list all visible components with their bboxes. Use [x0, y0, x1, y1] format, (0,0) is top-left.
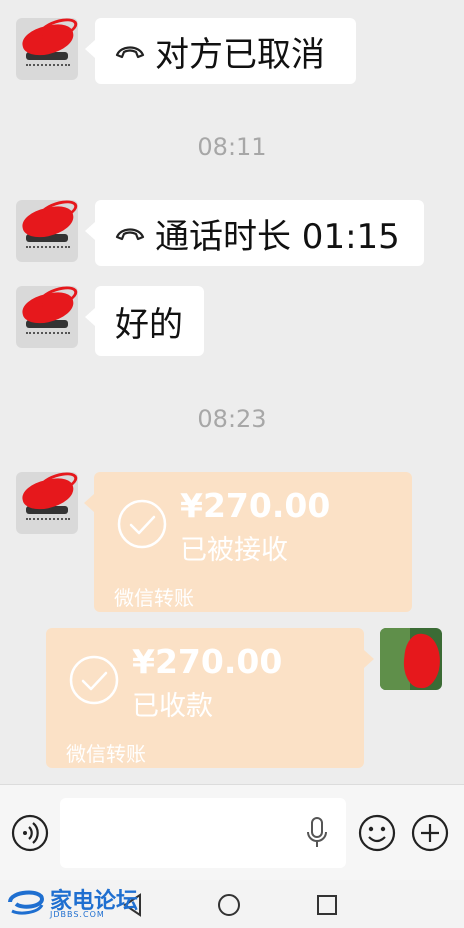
timestamp: 08:11 — [197, 133, 267, 161]
contact-avatar[interactable] — [16, 18, 78, 80]
home-icon[interactable] — [216, 892, 242, 918]
phone-hangup-icon — [115, 228, 145, 241]
phone-hangup-icon — [115, 46, 145, 59]
call-message-bubble[interactable]: 对方已取消 — [85, 18, 356, 84]
text-message: 好的 — [115, 304, 183, 345]
check-circle-icon — [117, 499, 167, 549]
transfer-label: 微信转账 — [114, 586, 194, 610]
check-circle-icon — [69, 655, 119, 705]
chat-area: 对方已取消 08:11 通话时长 01:15 好的 08:23 ¥270.00 … — [0, 0, 464, 784]
transfer-amount: ¥270.00 — [180, 486, 331, 525]
microphone-icon[interactable] — [302, 815, 332, 851]
transfer-amount: ¥270.00 — [132, 642, 283, 681]
call-duration-text: 通话时长 01:15 — [155, 216, 400, 257]
transfer-label: 微信转账 — [66, 742, 146, 766]
site-watermark: 家电论坛 JDBBS.COM — [6, 884, 138, 920]
transfer-status: 已收款 — [132, 691, 213, 722]
call-duration-bubble[interactable]: 通话时长 01:15 — [85, 200, 424, 266]
recents-icon[interactable] — [314, 892, 340, 918]
watermark-subtext: JDBBS.COM — [50, 910, 105, 919]
contact-avatar[interactable] — [16, 286, 78, 348]
text-message-bubble[interactable]: 好的 — [85, 286, 204, 356]
transfer-status: 已被接收 — [180, 535, 288, 566]
plus-icon[interactable] — [410, 813, 450, 853]
transfer-card-incoming[interactable]: ¥270.00 已被接收 微信转账 — [84, 472, 412, 612]
voice-input-icon[interactable] — [10, 813, 50, 853]
my-avatar[interactable] — [380, 628, 442, 690]
input-bar — [0, 784, 464, 880]
contact-avatar[interactable] — [16, 472, 78, 534]
timestamp: 08:23 — [197, 405, 267, 433]
contact-avatar[interactable] — [16, 200, 78, 262]
emoji-icon[interactable] — [357, 813, 397, 853]
transfer-card-outgoing[interactable]: ¥270.00 已收款 微信转账 — [46, 628, 374, 768]
site-logo-icon — [8, 890, 45, 915]
call-message-text: 对方已取消 — [155, 34, 325, 75]
